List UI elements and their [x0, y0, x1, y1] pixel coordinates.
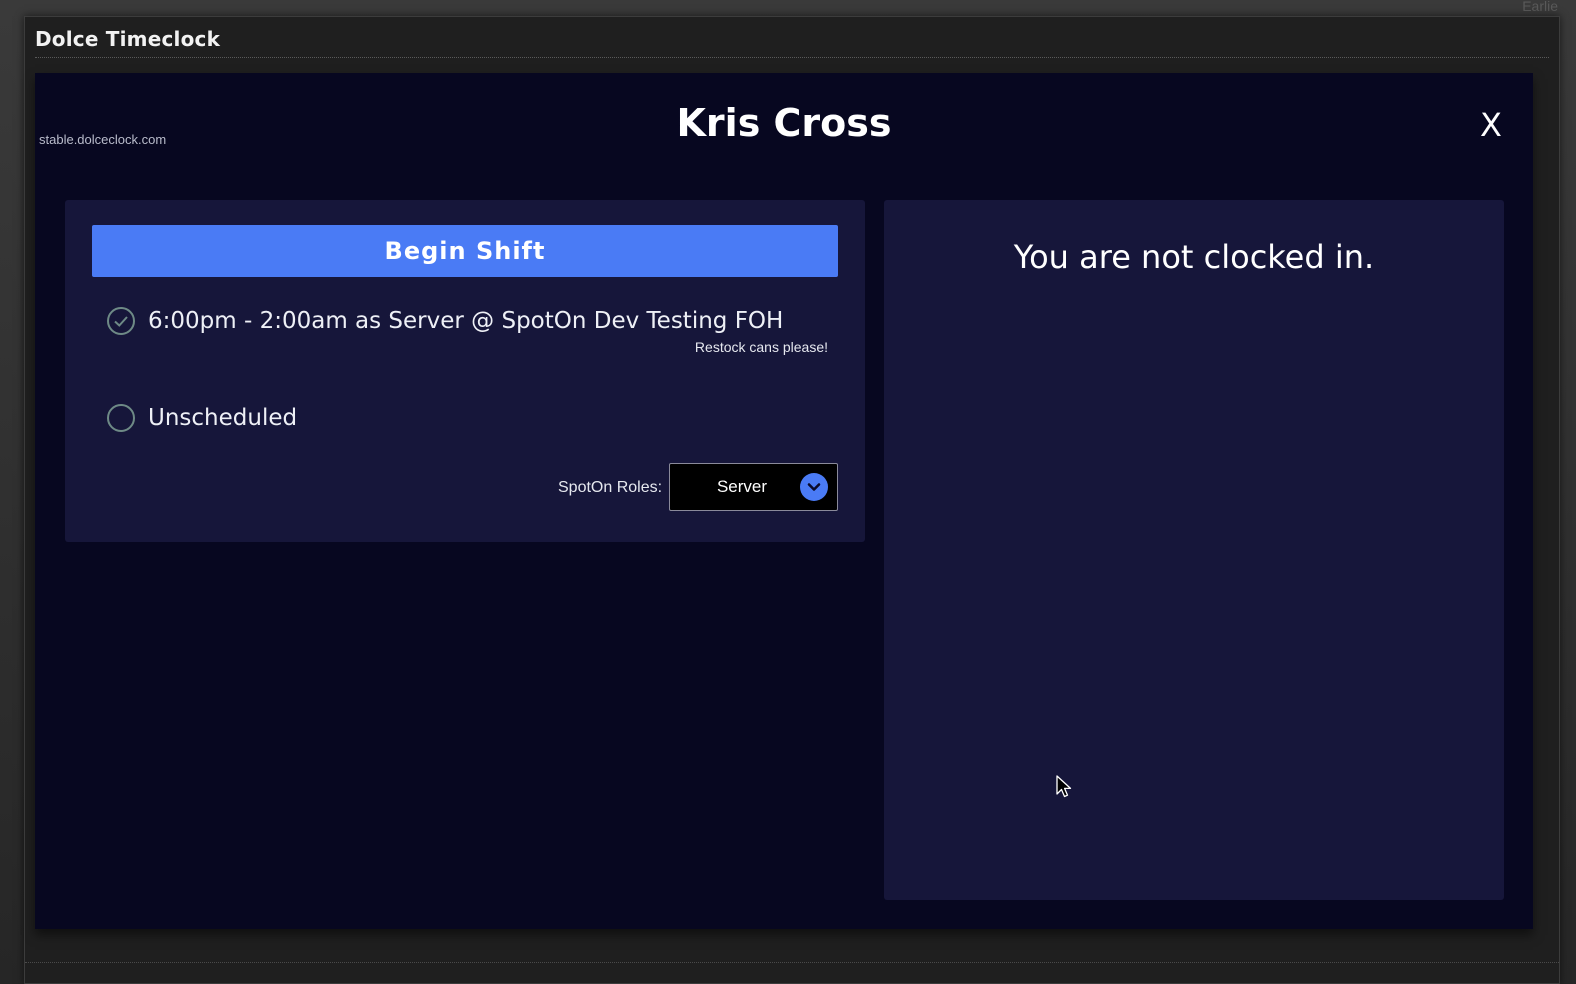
app-window: Dolce Timeclock stable.dolceclock.com Kr… — [24, 16, 1560, 984]
unscheduled-option[interactable]: Unscheduled — [107, 404, 297, 432]
mouse-cursor-icon — [1056, 775, 1072, 798]
shift-note: Restock cans please! — [694, 339, 828, 355]
clock-status-panel: You are not clocked in. — [884, 200, 1504, 900]
roles-label: SpotOn Roles: — [558, 479, 663, 496]
desktop-corner-text: Earlie — [1522, 0, 1558, 14]
titlebar-divider — [35, 57, 1549, 58]
check-circle-icon — [107, 307, 135, 335]
scheduled-shift-label: 6:00pm - 2:00am as Server @ SpotOn Dev T… — [148, 308, 784, 334]
clock-status-message: You are not clocked in. — [1013, 238, 1375, 276]
close-icon: X — [1480, 106, 1502, 144]
window-bottom-divider — [25, 962, 1559, 963]
employee-name: Kris Cross — [676, 101, 892, 145]
desktop: Earlie Dolce Timeclock stable.dolceclock… — [0, 0, 1576, 984]
begin-shift-button[interactable]: Begin Shift — [92, 225, 838, 277]
scheduled-shift-option[interactable]: 6:00pm - 2:00am as Server @ SpotOn Dev T… — [107, 307, 783, 335]
roles-dropdown[interactable]: Server — [669, 463, 838, 511]
window-titlebar[interactable]: Dolce Timeclock — [25, 17, 1559, 58]
radio-empty-icon — [107, 404, 135, 432]
unscheduled-label: Unscheduled — [148, 405, 298, 431]
roles-selected-value: Server — [716, 477, 768, 496]
window-title: Dolce Timeclock — [35, 27, 221, 51]
timeclock-app: stable.dolceclock.com Kris Cross X Begin… — [35, 73, 1533, 929]
shift-selection-panel: Begin Shift 6:00pm - 2:00am as Server @ … — [65, 200, 865, 542]
chevron-down-icon — [800, 473, 828, 501]
close-button[interactable]: X — [1475, 107, 1507, 143]
